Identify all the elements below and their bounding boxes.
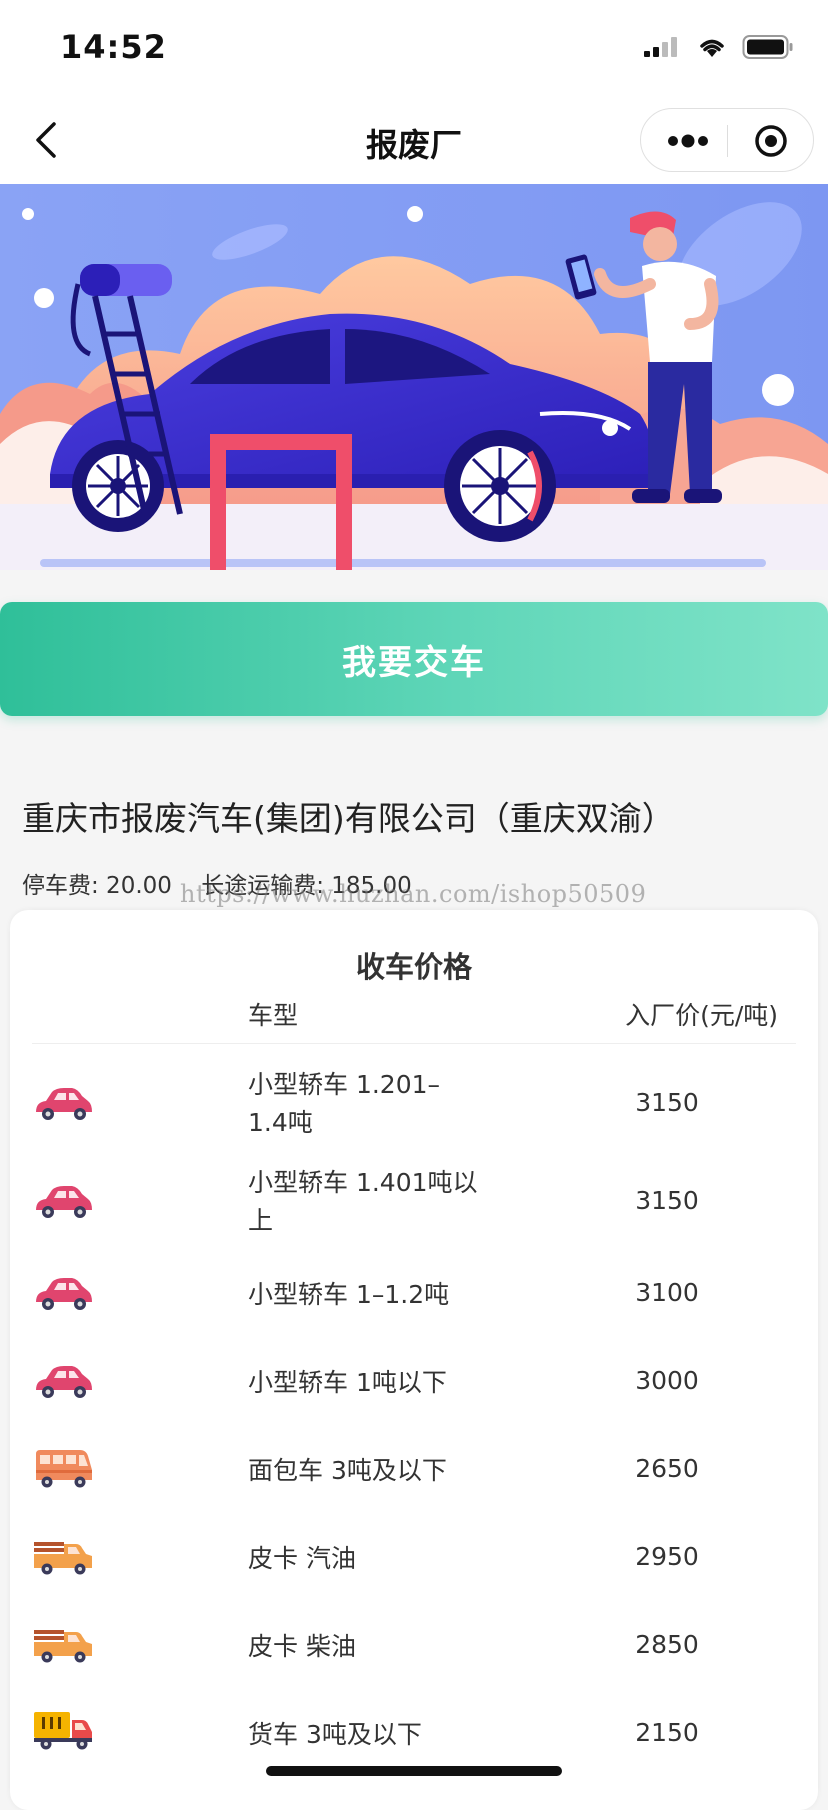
table-row: 小型轿车 1–1.2吨 3100 (10, 1262, 818, 1326)
wifi-icon (700, 39, 724, 57)
table-row: 皮卡 柴油 2850 (10, 1614, 818, 1678)
nav-bar: 报废厂 (0, 100, 828, 184)
sedan-icon (36, 1278, 92, 1310)
pickup-icon (34, 1542, 92, 1575)
target-icon[interactable] (753, 123, 789, 159)
pickup-icon (34, 1630, 92, 1663)
vehicle-type: 小型轿车 1.201–1.4吨 (248, 1070, 441, 1137)
status-time: 14:52 (60, 28, 167, 66)
column-header-price: 入厂价(元/吨) (625, 1001, 778, 1030)
column-header-type: 车型 (248, 1001, 299, 1030)
battery-icon (742, 35, 793, 59)
header-divider (32, 1043, 796, 1044)
vehicle-type: 面包车 3吨及以下 (248, 1456, 447, 1485)
capsule-divider (727, 125, 728, 157)
vehicle-price: 2150 (635, 1718, 699, 1747)
signal-icon (644, 37, 677, 57)
vehicle-type: 小型轿车 1吨以下 (248, 1368, 447, 1397)
table-row: 小型轿车 1.201–1.4吨 3150 (10, 1062, 818, 1146)
home-indicator (266, 1766, 562, 1776)
vehicle-price: 2950 (635, 1542, 699, 1571)
vehicle-price: 2650 (635, 1454, 699, 1483)
banner-illustration (0, 184, 828, 570)
vehicle-price: 2850 (635, 1630, 699, 1659)
truck-icon (34, 1712, 92, 1750)
table-row: 小型轿车 1.401吨以上 3150 (10, 1160, 818, 1244)
more-icon[interactable] (663, 127, 713, 155)
vehicle-type: 货车 3吨及以下 (248, 1720, 422, 1749)
mini-program-capsule (640, 108, 814, 172)
table-row: 皮卡 汽油 2950 (10, 1526, 818, 1590)
company-name: 重庆市报废汽车(集团)有限公司（重庆双渝） (22, 799, 675, 838)
price-table-card: 收车价格 车型 入厂价(元/吨) 小型轿车 1.201–1.4吨 3150 小型… (10, 910, 818, 1810)
sedan-icon (36, 1186, 92, 1218)
watermark-text: https://www.huzhan.com/ishop50509 (180, 880, 647, 908)
sedan-icon (36, 1088, 92, 1120)
parking-fee: 停车费: 20.00 (22, 873, 172, 899)
vehicle-price: 3150 (635, 1186, 699, 1215)
table-row: 小型轿车 1吨以下 3000 (10, 1350, 818, 1414)
table-row: 面包车 3吨及以下 2650 (10, 1438, 818, 1502)
sedan-icon (36, 1366, 92, 1398)
status-bar: 14:52 (0, 0, 828, 100)
vehicle-price: 3100 (635, 1278, 699, 1307)
submit-vehicle-button[interactable]: 我要交车 (0, 602, 828, 716)
vehicle-type: 小型轿车 1.401吨以上 (248, 1168, 478, 1235)
vehicle-price: 3000 (635, 1366, 699, 1395)
price-table-title: 收车价格 (355, 950, 472, 984)
vehicle-type: 皮卡 柴油 (248, 1632, 356, 1661)
status-icons (642, 34, 794, 60)
vehicle-type: 小型轿车 1–1.2吨 (248, 1280, 450, 1309)
van-icon (36, 1450, 92, 1488)
table-row: 货车 3吨及以下 2150 (10, 1702, 818, 1766)
vehicle-type: 皮卡 汽油 (248, 1544, 356, 1573)
vehicle-price: 3150 (635, 1088, 699, 1117)
